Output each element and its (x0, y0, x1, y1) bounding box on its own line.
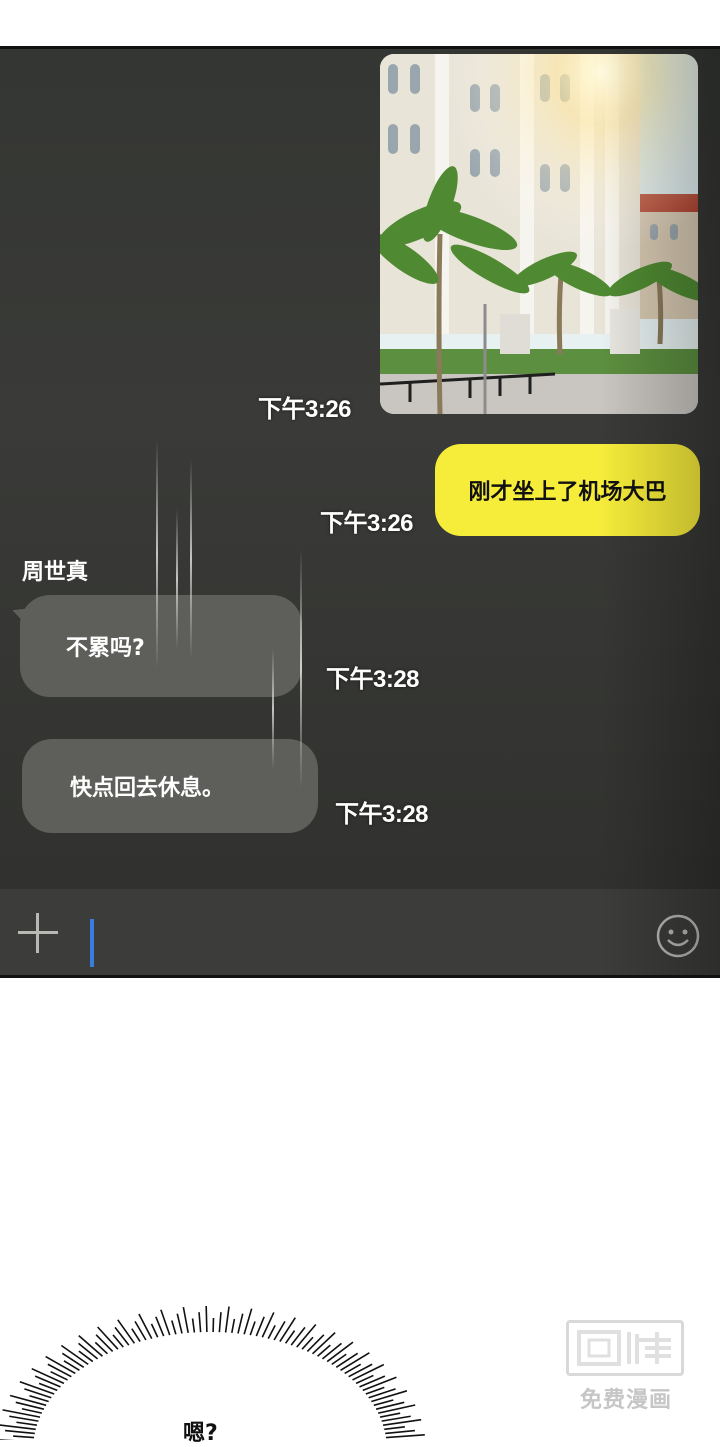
burst-line (250, 1321, 255, 1335)
burst-line (262, 1312, 274, 1337)
plus-icon[interactable] (16, 911, 60, 955)
message-time: 下午3:26 (320, 503, 413, 538)
speed-line (190, 459, 192, 659)
message-input[interactable] (90, 919, 94, 967)
message-text: 不累吗? (66, 630, 145, 662)
burst-line (151, 1324, 157, 1337)
burst-line (244, 1309, 252, 1335)
burst-line (291, 1327, 305, 1345)
burst-line (219, 1312, 221, 1332)
burst-line (268, 1325, 275, 1338)
watermark-logo: 免费漫画 (566, 1320, 686, 1414)
burst-line (307, 1335, 324, 1352)
chat-screen: 下午3:26 刚才坐上了机场大巴 下午3:26 周世真 不累吗? 下午3:28 … (0, 46, 720, 978)
palace-photo (380, 54, 698, 414)
speed-line (272, 649, 274, 769)
logo-caption: 免费漫画 (566, 1382, 686, 1414)
burst-line (374, 1400, 393, 1405)
burst-line (5, 1431, 35, 1434)
message-time: 下午3:28 (326, 659, 419, 694)
burst-line (378, 1405, 415, 1413)
burst-line (139, 1314, 152, 1339)
burst-line (322, 1343, 341, 1358)
message-time: 下午3:28 (335, 794, 428, 829)
burst-line (193, 1319, 195, 1333)
message-input-bar (0, 889, 720, 975)
burst-line (232, 1319, 235, 1333)
burst-line (336, 1353, 357, 1367)
my-message-bubble[interactable]: 刚才坐上了机场大巴 (435, 444, 700, 536)
burst-line (386, 1435, 425, 1438)
speed-line (176, 509, 178, 649)
burst-line (360, 1376, 385, 1387)
logo-glyphs (575, 1326, 675, 1370)
sender-name: 周世真 (22, 554, 88, 586)
message-text: 快点回去休息。 (70, 770, 224, 802)
burst-line (24, 1389, 51, 1398)
burst-line (0, 1425, 36, 1430)
message-time: 下午3:26 (258, 389, 351, 424)
speed-line (156, 439, 158, 669)
burst-line (62, 1353, 83, 1367)
burst-line (369, 1389, 396, 1398)
speech-text: 嗯? (183, 1415, 218, 1447)
burst-line (280, 1318, 295, 1342)
burst-line (132, 1329, 140, 1342)
burst-line (226, 1307, 229, 1333)
burst-line (177, 1314, 182, 1334)
burst-line (48, 1364, 72, 1376)
logo-mark (566, 1320, 684, 1376)
other-message-bubble[interactable]: 不累吗? (20, 595, 302, 697)
message-text: 刚才坐上了机场大巴 (468, 474, 666, 506)
burst-line (96, 1335, 113, 1352)
burst-line (9, 1416, 38, 1421)
burst-line (13, 1436, 34, 1437)
speed-line (300, 549, 302, 789)
burst-line (238, 1314, 243, 1334)
burst-line (382, 1416, 411, 1421)
burst-line (22, 1409, 42, 1413)
burst-line (206, 1306, 207, 1332)
burst-line (380, 1413, 400, 1417)
burst-line (256, 1317, 264, 1336)
burst-effect (0, 1300, 440, 1440)
burst-line (183, 1307, 188, 1333)
burst-line (10, 1395, 46, 1405)
smile-icon[interactable] (655, 913, 701, 959)
burst-line (371, 1391, 407, 1402)
burst-line (16, 1422, 37, 1425)
burst-line (349, 1364, 373, 1376)
burst-line (385, 1431, 415, 1434)
photo-message[interactable] (380, 54, 698, 414)
burst-line (156, 1317, 164, 1336)
burst-line (118, 1320, 135, 1344)
burst-line (115, 1327, 129, 1345)
burst-line (79, 1343, 98, 1358)
burst-line (384, 1427, 405, 1429)
burst-line (199, 1312, 201, 1332)
burst-line (172, 1320, 176, 1334)
burst-line (35, 1376, 60, 1387)
